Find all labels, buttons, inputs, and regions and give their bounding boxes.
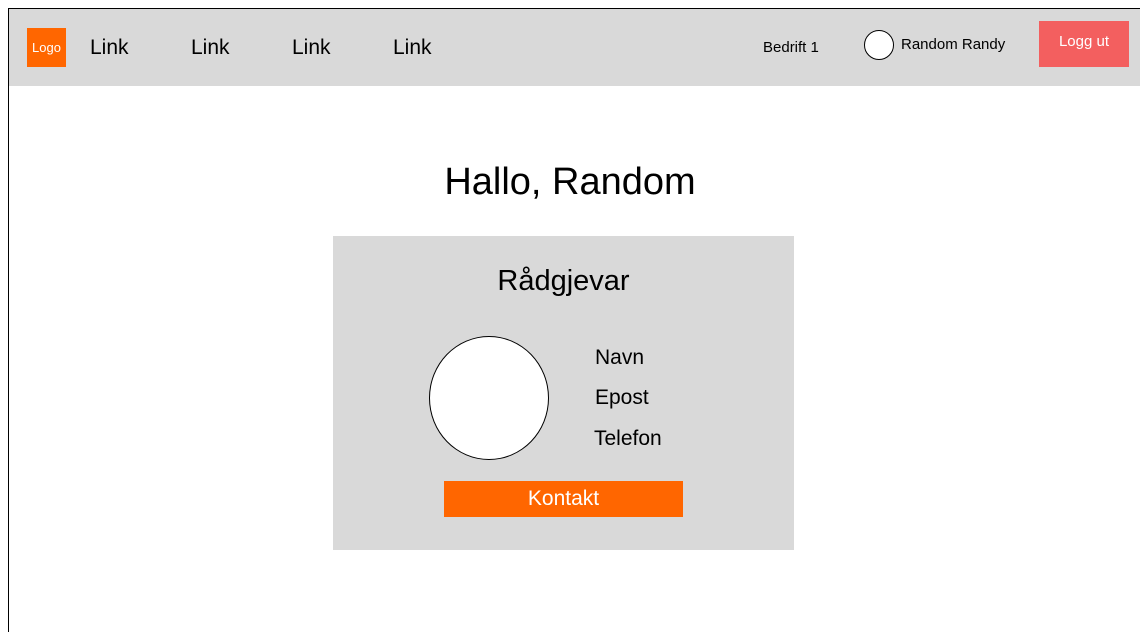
advisor-email: Epost [595,386,649,409]
advisor-name: Navn [595,346,645,369]
greeting-title: Hallo, Random [444,161,696,203]
advisor-photo-placeholder [429,336,549,460]
advisor-card-title: Rådgjevar [497,265,630,297]
nav-link-4[interactable]: Link [393,35,432,61]
nav-link-2[interactable]: Link [191,35,230,61]
user-avatar-icon[interactable] [864,30,894,60]
company-name: Bedrift 1 [763,39,819,56]
logout-button[interactable]: Logg ut [1039,21,1129,67]
nav-link-1[interactable]: Link [90,35,129,61]
nav-link-3[interactable]: Link [292,35,331,61]
advisor-phone: Telefon [594,427,662,450]
contact-button[interactable]: Kontakt [444,481,683,517]
advisor-card: Rådgjevar Navn Epost Telefon Kontakt [333,236,794,550]
user-name: Random Randy [901,36,1006,53]
logo[interactable]: Logo [27,28,66,67]
